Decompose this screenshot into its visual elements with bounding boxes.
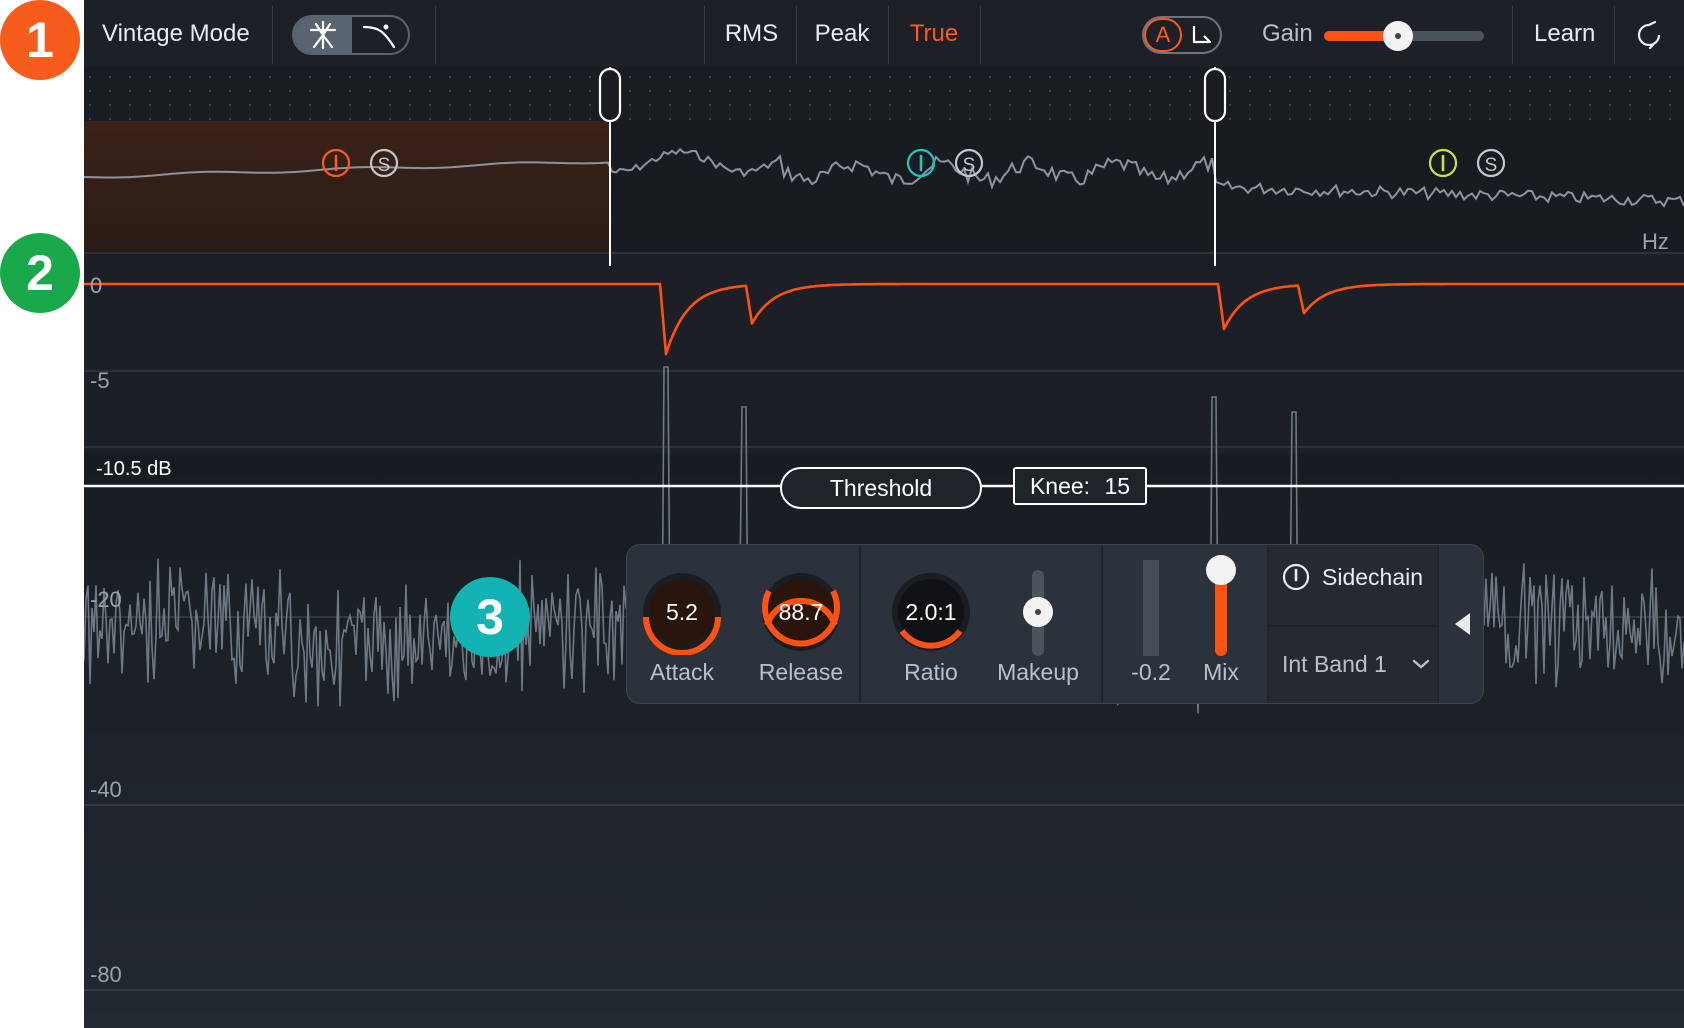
mix-slider[interactable] xyxy=(1206,554,1236,656)
detection-rms-button[interactable]: RMS xyxy=(709,20,794,48)
digital-mode-button[interactable] xyxy=(294,17,352,53)
ratio-value: 2.0:1 xyxy=(905,599,957,625)
shelf-curve-icon xyxy=(1192,26,1212,44)
crossover-handle-1[interactable] xyxy=(598,67,622,123)
toolbar: Vintage Mode RMS Peak True A Gain Learn xyxy=(84,0,1684,69)
learn-button[interactable]: Learn xyxy=(1534,20,1595,48)
gain-slider[interactable] xyxy=(1324,21,1484,51)
analog-mode-button[interactable] xyxy=(352,17,408,53)
star-burst-icon xyxy=(309,20,337,50)
gain-label: Gain xyxy=(1262,20,1313,47)
attack-value: 5.2 xyxy=(666,599,698,625)
detection-peak-button[interactable]: Peak xyxy=(798,20,886,48)
vintage-mode-label[interactable]: Vintage Mode xyxy=(102,20,250,48)
knee-value[interactable]: 15 xyxy=(1104,473,1130,499)
ab-toggle[interactable]: A xyxy=(1142,16,1222,54)
makeup-label: Makeup xyxy=(997,659,1079,685)
callout-badge-1: 1 xyxy=(0,0,80,80)
release-value: 88.7 xyxy=(778,599,824,625)
gr-tick-minus5: -5 xyxy=(90,368,110,393)
band-3-solo-label: S xyxy=(1485,155,1498,176)
curve-icon xyxy=(362,24,396,49)
band-select-dropdown[interactable]: Int Band 1 xyxy=(1282,651,1387,678)
meter-tick-minus40: -40 xyxy=(90,777,122,802)
meter-tick-minus20: -20 xyxy=(90,587,122,612)
mix-label: Mix xyxy=(1203,659,1239,685)
spectrum-unit-label: Hz xyxy=(1642,229,1669,254)
crossover-handle-2[interactable] xyxy=(1203,67,1227,123)
meter-tick-minus80: -80 xyxy=(90,962,122,987)
knee-label: Knee: xyxy=(1029,473,1091,499)
sidechain-label[interactable]: Sidechain xyxy=(1322,564,1423,591)
ab-a-button[interactable]: A xyxy=(1144,18,1182,52)
sidechain-power-icon[interactable] xyxy=(1279,560,1313,594)
callout-badge-2: 2 xyxy=(0,233,80,313)
attack-label: Attack xyxy=(650,659,714,685)
detection-true-button[interactable]: True xyxy=(890,20,978,48)
mix-slider-handle[interactable] xyxy=(1206,554,1236,585)
output-meter xyxy=(1143,560,1159,656)
release-label: Release xyxy=(758,659,844,685)
chevron-down-icon[interactable] xyxy=(1410,653,1432,675)
triangle-left-icon xyxy=(1455,613,1470,635)
threshold-button[interactable]: Threshold xyxy=(780,467,982,509)
band-1-highlight xyxy=(84,121,610,253)
knee-control[interactable]: Knee: 15 xyxy=(1013,467,1147,505)
reset-icon[interactable] xyxy=(1632,18,1666,52)
gr-tick-0: 0 xyxy=(90,273,103,298)
level-meter-area xyxy=(84,454,1684,1028)
mode-toggle[interactable] xyxy=(292,15,410,55)
compressor-module: Vintage Mode RMS Peak True A Gain Learn … xyxy=(84,0,1684,1028)
threshold-value-label: -10.5 dB xyxy=(96,458,172,480)
callout-badge-3: 3 xyxy=(450,577,530,657)
makeup-slider[interactable] xyxy=(1023,570,1053,656)
band-2-solo-label: S xyxy=(963,155,976,176)
ratio-label: Ratio xyxy=(904,659,958,685)
crossover-strip xyxy=(84,67,1684,121)
panel-collapse-tab[interactable] xyxy=(1437,545,1483,703)
gain-slider-handle[interactable] xyxy=(1382,21,1413,51)
band-control-panel: 5.2 Attack 88.7 Release 2.0:1 Ratio Make… xyxy=(626,544,1484,704)
band-1-solo-label: S xyxy=(378,155,391,176)
